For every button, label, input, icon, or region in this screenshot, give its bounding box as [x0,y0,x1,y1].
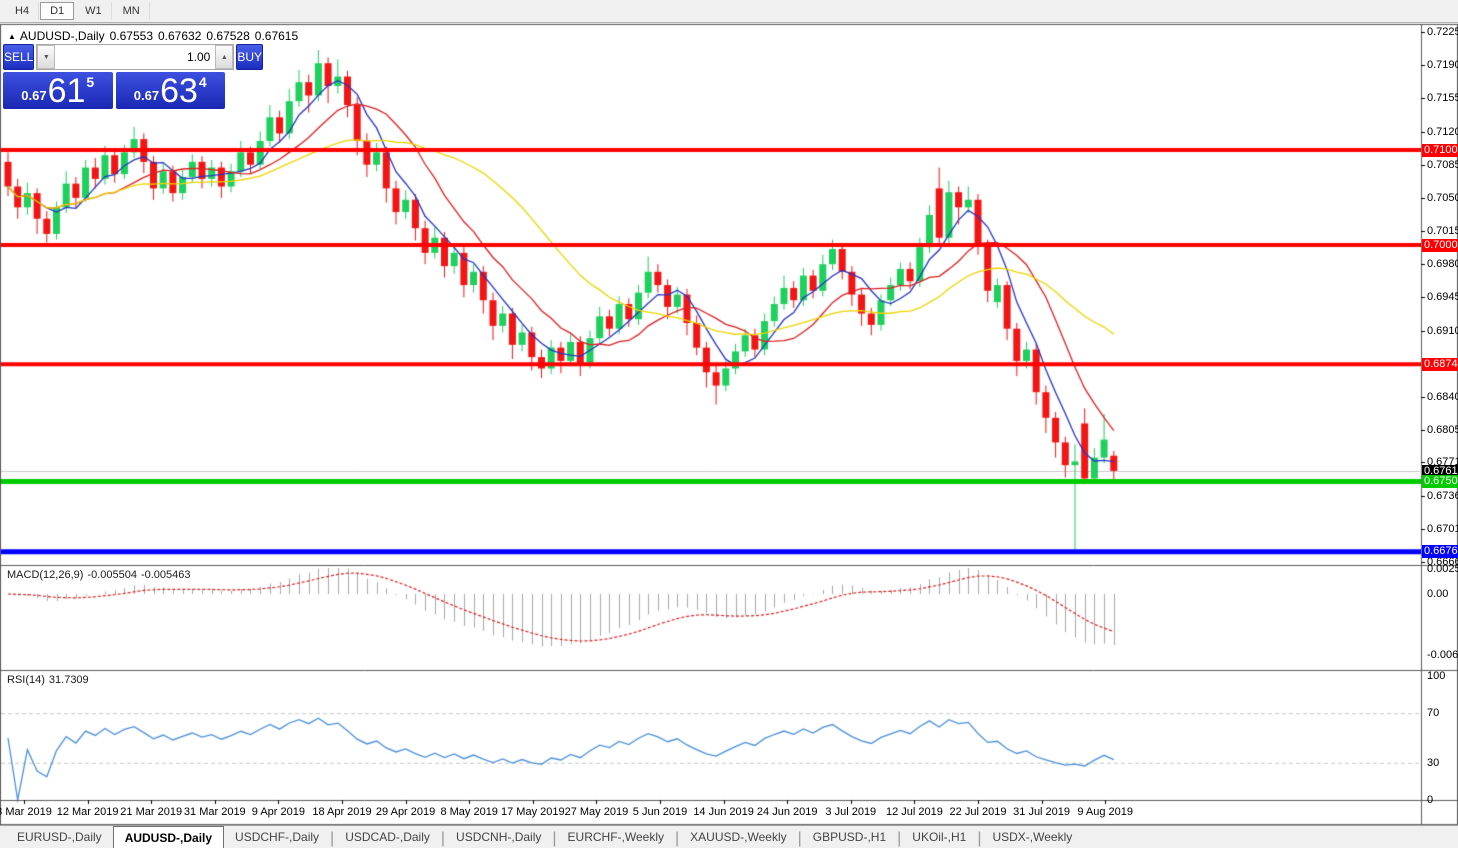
volume-increase-icon[interactable]: ▲ [215,45,234,69]
date-label: 12 Mar 2019 [56,806,119,818]
sell-price-big: 61 [47,72,86,110]
tab-usdcnh-daily[interactable]: USDCNH-,Daily [445,826,552,848]
symbol-up-triangle-icon: ▲ [8,32,16,41]
date-label: 8 May 2019 [440,806,498,818]
date-label: 3 Mar 2019 [0,806,52,818]
rsi-axis-label: 0 [1427,794,1434,806]
date-label: 27 May 2019 [564,806,629,818]
volume-decrease-icon[interactable]: ▼ [37,45,56,69]
price-axis-label: 0.69450 [1427,291,1458,304]
price-axis-label: 0.72250 [1427,26,1458,38]
date-label: 31 Jul 2019 [1013,806,1071,818]
price-axis-label: 0.71900 [1427,59,1458,72]
macd-axis-label: 0.002574 [1427,563,1458,576]
tab-eurusd-daily[interactable]: EURUSD-,Daily [6,826,113,848]
price-axis-label: 0.69100 [1427,324,1458,337]
price-tag: 0.66767 [1422,545,1458,559]
macd-value-signal: -0.005463 [140,569,191,581]
tab-eurchf-weekly[interactable]: EURCHF-,Weekly [557,826,675,848]
chart-symbol-label: AUDUSD-,Daily [19,29,105,43]
buy-price-big: 63 [160,72,198,110]
price-tag: 0.70002 [1422,238,1458,252]
price-axis-label: 0.70850 [1427,158,1458,171]
ohlc-open: 0.67553 [109,29,153,43]
date-label: 9 Apr 2019 [251,806,305,818]
tab-gbpusd-h1[interactable]: GBPUSD-,H1 [802,826,897,848]
rsi-value: 31.7309 [48,674,89,686]
date-label: 14 Jun 2019 [693,806,754,818]
rsi-label: RSI(14) 31.7309 [7,674,93,686]
buy-price-prefix: 0.67 [133,88,160,103]
price-tag: 0.68746 [1422,357,1458,371]
tab-audusd-daily[interactable]: AUDUSD-,Daily [112,826,225,848]
date-label: 31 Mar 2019 [183,806,246,818]
volume-stepper: ▼ ▲ [36,44,235,70]
tab-usdchf-daily[interactable]: USDCHF-,Daily [224,826,330,848]
sell-price-display[interactable]: 0.67 61 5 [3,72,113,109]
timeframe-toolbar: H4 D1 W1 MN [0,0,1458,23]
date-label: 29 Apr 2019 [375,806,436,818]
buy-price-sup: 4 [198,74,207,90]
price-tag: 0.67508 [1422,474,1458,488]
sell-price-sup: 5 [86,74,95,90]
chart-area[interactable] [0,0,1458,848]
tab-usdcad-daily[interactable]: USDCAD-,Daily [334,826,441,848]
chart-title: ▲ AUDUSD-,Daily 0.67553 0.67632 0.67528 0.676… [8,29,298,43]
date-label: 22 Jul 2019 [949,806,1007,818]
tab-ukoil-h1[interactable]: UKOil-,H1 [901,826,977,848]
sell-button[interactable]: SELL [3,44,35,70]
macd-axis-label: 0.00 [1427,588,1449,600]
tab-xauusd-weekly[interactable]: XAUUSD-,Weekly [679,826,797,848]
date-label: 5 Jun 2019 [632,806,688,818]
price-axis-label: 0.69800 [1427,258,1458,271]
rsi-axis-label: 30 [1427,756,1440,769]
date-label: 3 Jul 2019 [825,806,877,818]
price-axis-label: 0.67360 [1427,489,1458,502]
volume-input[interactable] [55,45,216,69]
price-axis-label: 0.68400 [1427,390,1458,403]
timeframe-button-w1[interactable]: W1 [75,2,112,20]
rsi-axis-label: 70 [1427,707,1440,720]
rsi-axis-label: 100 [1427,670,1446,682]
one-click-trade-panel: SELL ▼ ▲ BUY 0.67 61 5 0.67 63 4 [3,44,264,110]
price-axis-label: 0.70500 [1427,191,1458,204]
macd-label: MACD(12,26,9) -0.005504 -0.005463 [7,569,195,581]
ohlc-low: 0.67528 [206,29,250,43]
chart-tab-bar: EURUSD-,Daily AUDUSD-,Daily USDCHF-,Daily |… [0,825,1458,848]
date-label: 21 Mar 2019 [120,806,183,818]
price-axis-label: 0.67010 [1427,522,1458,535]
buy-button[interactable]: BUY [236,44,264,70]
date-label: 9 Aug 2019 [1077,806,1134,818]
sell-price-prefix: 0.67 [21,88,47,103]
timeframe-button-d1[interactable]: D1 [40,2,75,20]
macd-value-main: -0.005504 [87,569,137,581]
ohlc-high: 0.67632 [158,29,202,43]
date-label: 17 May 2019 [500,806,565,818]
price-axis-label: 0.68050 [1427,424,1458,437]
date-label: 18 Apr 2019 [312,806,372,818]
price-axis-label: 0.71200 [1427,125,1458,138]
price-axis-label: 0.70150 [1427,225,1458,238]
timeframe-button-h4[interactable]: H4 [5,2,40,20]
date-label: 12 Jul 2019 [885,806,943,818]
date-label: 24 Jun 2019 [756,806,818,818]
price-tag: 0.71005 [1422,143,1458,157]
macd-name: MACD(12,26,9) [7,569,84,581]
buy-price-display[interactable]: 0.67 63 4 [115,72,225,110]
price-axis-label: 0.71550 [1427,92,1458,105]
timeframe-button-mn[interactable]: MN [113,2,150,20]
macd-axis-label: -0.00632 [1427,649,1458,662]
rsi-name: RSI(14) [7,674,45,686]
ohlc-close: 0.67615 [254,29,299,43]
tab-usdx-weekly[interactable]: USDX-,Weekly [981,826,1083,848]
